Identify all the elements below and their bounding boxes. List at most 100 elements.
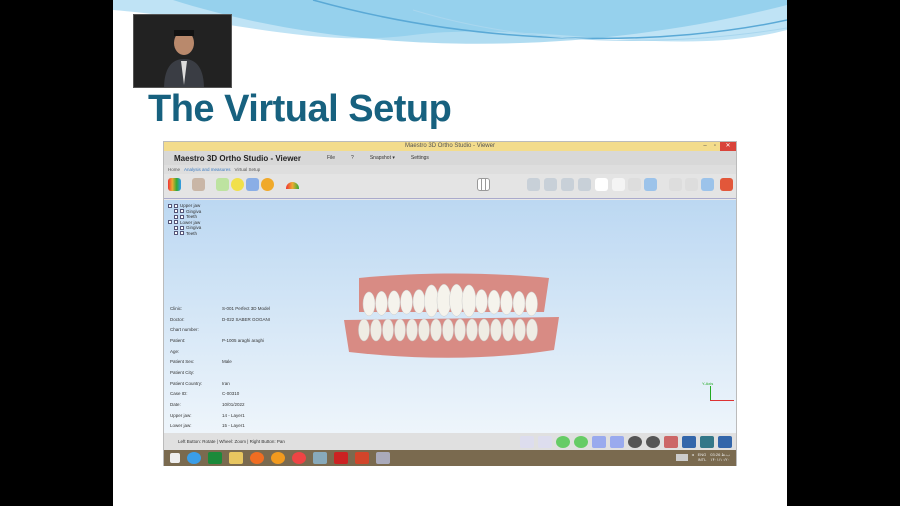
tab-virtual-setup[interactable]: Virtual Setup [235,167,261,172]
menu-help[interactable]: ? [351,155,354,161]
dental-model[interactable] [339,272,564,362]
zoom-out-icon[interactable] [538,436,552,448]
view-right-icon[interactable] [578,178,591,191]
power-icon[interactable] [720,178,733,191]
expand-toggle[interactable] [174,209,178,214]
maestro-app-icon[interactable] [376,452,390,464]
menu-file[interactable]: File [327,155,335,161]
cube-blue-icon[interactable] [682,436,696,448]
info-key: Upper jaw: [170,412,192,418]
cube-side-icon[interactable] [718,436,732,448]
arch-tool-icon[interactable] [216,178,229,191]
file-explorer-icon[interactable] [229,452,243,464]
acrobat-icon[interactable] [334,452,348,464]
visibility-checkbox[interactable] [180,214,184,219]
slide: The Virtual Setup Maestro 3D Ortho Studi… [113,0,787,506]
measure-icon[interactable] [231,178,244,191]
volume-icon[interactable]: ◂ [692,452,694,462]
app-name: Maestro 3D Ortho Studio - Viewer [174,153,301,163]
menu-snapshot[interactable]: Snapshot ▾ [370,155,395,161]
info-value: 15 - Layer1 [222,423,245,429]
upper-jaw-icon[interactable] [669,178,682,191]
ribbon-tabs: Home Analysis and measures Virtual Setup [164,165,736,174]
upper-tooth [487,289,501,315]
visibility-checkbox[interactable] [180,225,184,230]
3d-viewport[interactable]: Upper jaw Gingiva Teeth Lower jaw Gingiva Tee… [164,200,736,433]
info-key: Doctor: [170,316,185,322]
info-row: Patient City: [170,367,270,378]
lower-tooth [442,318,454,342]
internet-explorer-icon[interactable] [187,452,201,464]
upper-tooth [475,289,488,314]
close-button[interactable]: ✕ [720,142,736,151]
view-back-icon[interactable] [544,178,557,191]
windows-start-icon[interactable] [170,453,180,463]
refresh-icon[interactable] [574,436,588,448]
visibility-checkbox[interactable] [174,220,178,225]
expand-toggle[interactable] [174,214,178,219]
window-icon[interactable] [592,436,606,448]
info-value: 10/01/2022 [222,402,245,408]
cube-color-icon[interactable] [664,436,678,448]
view-bottom-icon[interactable] [612,178,625,191]
info-key: Lower jaw: [170,423,192,429]
tab-analysis[interactable]: Analysis and measures [184,167,231,172]
grid-icon[interactable] [477,178,490,191]
keyboard-icon[interactable] [675,454,688,461]
lower-tooth [418,318,430,342]
app-window: Maestro 3D Ortho Studio - Viewer – ▫ ✕ Mae… [163,141,737,466]
visibility-checkbox[interactable] [174,203,178,208]
status-text: Left Button: Rotate | Wheel: Zoom | Righ… [178,439,285,444]
sphere-icon[interactable] [646,436,660,448]
zoom-fit-icon[interactable] [556,436,570,448]
tooth-icon[interactable] [261,178,274,191]
info-key: Age: [170,348,180,354]
tree-item-label: Teeth [186,230,198,236]
menu-settings[interactable]: Settings [411,155,429,161]
layers-icon[interactable] [644,178,657,191]
info-row: Date: 10/01/2022 [170,399,270,410]
lower-jaw-icon[interactable] [685,178,698,191]
cube-teal-icon[interactable] [700,436,714,448]
axis-indicator: Y-Axis [702,381,734,401]
info-key: Patient Sex: [170,359,195,365]
gauge-icon[interactable] [286,182,299,189]
expand-toggle[interactable] [174,225,178,230]
view-left-icon[interactable] [561,178,574,191]
visibility-checkbox[interactable] [180,209,184,214]
color-map-icon[interactable] [168,178,181,191]
upper-tooth [387,290,401,315]
info-row: Patient Country: Iran [170,378,270,389]
minimize-button[interactable]: – [700,142,710,151]
maximize-button[interactable]: ▫ [710,142,720,151]
arch-form-icon[interactable] [246,178,259,191]
view-front-icon[interactable] [527,178,540,191]
info-row: Case ID: C-00310 [170,389,270,400]
expand-toggle[interactable] [174,231,178,236]
info-value: S-001 Perfect 3D Model [222,305,271,311]
box-icon[interactable] [610,436,624,448]
firefox-icon[interactable] [250,452,264,464]
powerpoint-icon[interactable] [355,452,369,464]
sphere-dark-icon[interactable] [628,436,642,448]
jaw-icon[interactable] [192,178,205,191]
calendar-app-icon[interactable] [208,452,222,464]
expand-toggle[interactable] [168,220,172,225]
paint-icon[interactable] [313,452,327,464]
lower-tooth [370,318,382,342]
lower-tooth [358,318,370,342]
view-top-icon[interactable] [595,178,608,191]
visibility-checkbox[interactable] [180,231,184,236]
tab-home[interactable]: Home [168,167,180,172]
chrome-icon[interactable] [292,452,306,464]
expand-toggle[interactable] [168,203,172,208]
link-icon[interactable] [628,178,641,191]
title-bar: Maestro 3D Ortho Studio - Viewer – ▫ ✕ [164,142,736,151]
info-row: Patient: P-1005 araghi araghi [170,335,270,346]
app-orange-icon[interactable] [271,452,285,464]
tree-item[interactable]: Teeth [168,231,201,237]
lower-tooth [406,318,418,342]
zoom-in-icon[interactable] [520,436,534,448]
both-jaws-icon[interactable] [701,178,714,191]
slide-title: The Virtual Setup [148,88,452,130]
